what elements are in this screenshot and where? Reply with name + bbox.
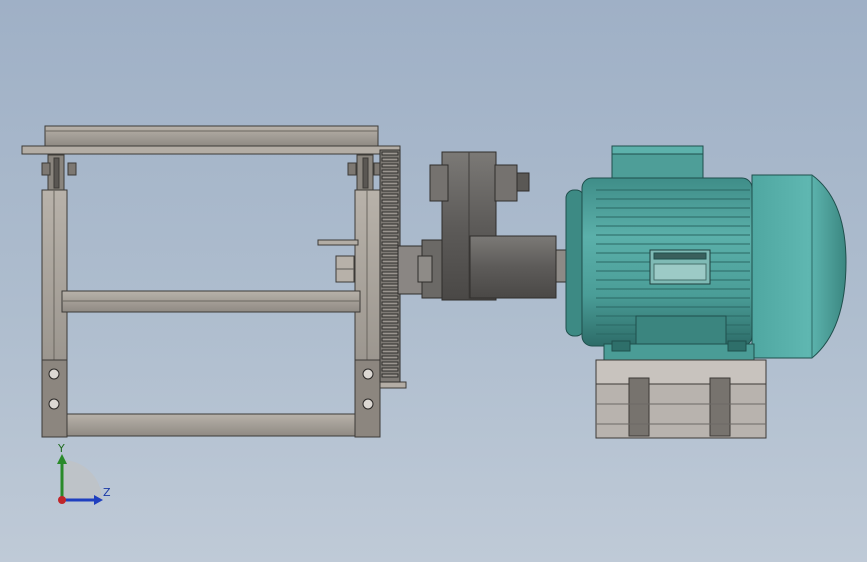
triad-origin [58, 496, 66, 504]
cad-viewport[interactable]: Y Z [0, 0, 867, 562]
frame-top-flange [21, 145, 401, 155]
gear-tooth [381, 289, 399, 294]
gear-tooth [381, 331, 399, 336]
y-axis-label: Y [58, 442, 65, 455]
gearbox-upper-nut [494, 164, 518, 202]
gear-tooth [381, 193, 399, 198]
frame-top-rail [44, 125, 379, 147]
motor-flange [565, 189, 585, 337]
gear-tooth [381, 265, 399, 270]
gear-tooth [381, 271, 399, 276]
triad-graphic [57, 454, 103, 505]
gear-tooth [381, 295, 399, 300]
motor-end-cap [751, 174, 847, 359]
gear-tooth [381, 187, 399, 192]
gear-tooth [381, 277, 399, 282]
gear-tooth [381, 337, 399, 342]
base-clamp-left [628, 377, 650, 437]
gear-tooth [381, 175, 399, 180]
frame-bottom-rail [61, 413, 361, 437]
gear-tooth [381, 361, 399, 366]
gear-tooth [381, 169, 399, 174]
gear-tooth [381, 229, 399, 234]
gear-tooth [381, 241, 399, 246]
gear-tooth [381, 307, 399, 312]
winch-frame[interactable] [21, 125, 407, 438]
motor-base[interactable] [595, 359, 767, 439]
top-right-bolt [347, 154, 383, 192]
gear-tooth [381, 355, 399, 360]
gearbox-output-cylinder [469, 235, 557, 299]
gear-tooth [381, 181, 399, 186]
top-left-bolt [41, 154, 77, 192]
gear-tooth [381, 247, 399, 252]
gear-tooth [381, 211, 399, 216]
base-clamp-right [709, 377, 731, 437]
gear-tooth [381, 325, 399, 330]
gear-tooth [381, 253, 399, 258]
gear-tooth [381, 373, 399, 378]
gear-tooth [381, 205, 399, 210]
electric-motor[interactable] [565, 145, 847, 361]
gear-tooth [381, 199, 399, 204]
gear-tooth [381, 223, 399, 228]
gear-tooth [381, 157, 399, 162]
gear-tooth [381, 163, 399, 168]
gear-tooth [381, 319, 399, 324]
side-hex-nut [335, 255, 355, 283]
z-axis-label: Z [103, 486, 111, 499]
gear-tooth [381, 301, 399, 306]
gear-tooth [381, 217, 399, 222]
gear-tooth [381, 313, 399, 318]
gear-tooth [381, 259, 399, 264]
gear-tooth [381, 283, 399, 288]
gear-tooth [381, 367, 399, 372]
gear-tooth [381, 151, 399, 156]
spur-gear[interactable] [379, 149, 401, 383]
gearbox-upper-block [429, 164, 449, 202]
gear-tooth [381, 235, 399, 240]
gear-tooth [381, 343, 399, 348]
axis-triad: Y Z [40, 440, 130, 520]
model-view[interactable] [0, 0, 867, 562]
gear-tooth [381, 349, 399, 354]
triad-quarter-disc [62, 460, 102, 500]
gearbox[interactable] [397, 151, 567, 301]
